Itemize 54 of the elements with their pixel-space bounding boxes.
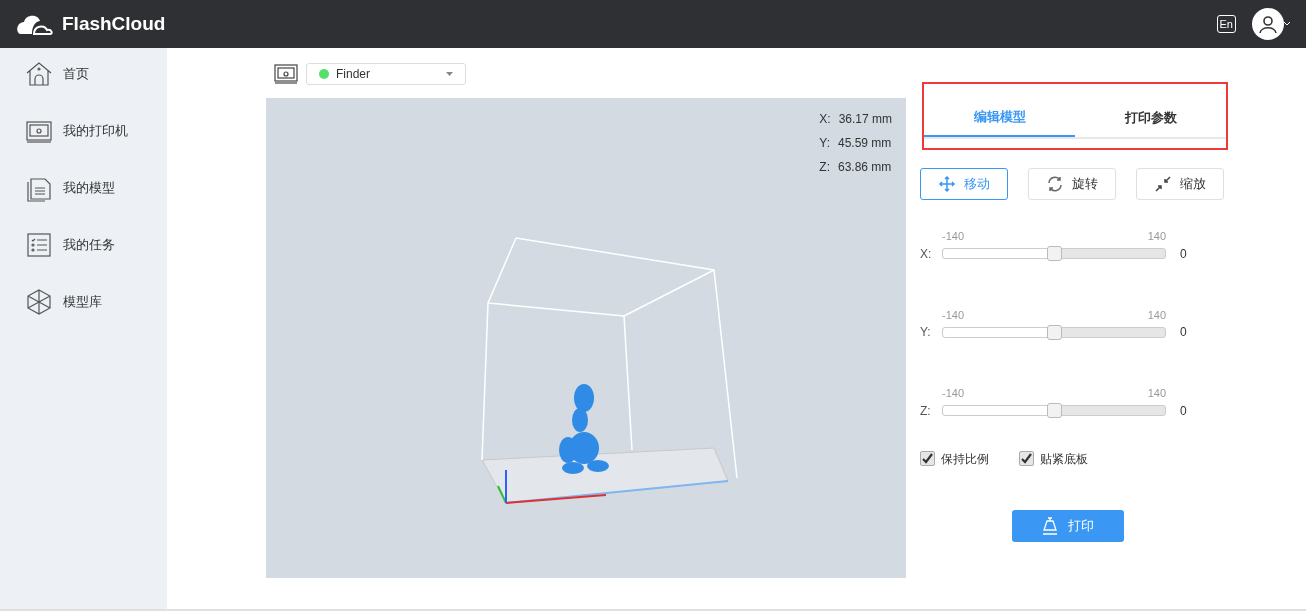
user-icon [1258,14,1278,34]
slider-track[interactable] [942,326,1166,338]
sidebar-item[interactable]: 我的任务 [0,231,167,259]
check-icon [1021,453,1032,464]
printer-icon [274,64,298,84]
checklist-icon [25,231,53,259]
sidebar-item[interactable]: 我的模型 [0,174,167,202]
check-icon [922,453,933,464]
slider-thumb[interactable] [1047,246,1062,261]
dimension-axis: Z: [819,159,830,176]
language-button[interactable]: En [1216,15,1236,33]
caret-icon [446,72,453,76]
slider-max: 140 [1147,229,1166,244]
slider-min: -140 [942,229,965,244]
slider-max: 140 [1147,307,1166,323]
polyhedron-icon [25,288,53,316]
printer-select[interactable]: Finder [306,63,466,85]
dimension-value: 36.17 mm [838,111,892,128]
slider-axis: X: [920,245,933,263]
shrink-icon [1154,175,1172,193]
checkbox[interactable] [920,451,935,466]
house-icon [25,60,53,88]
dimension-axis: X: [819,111,831,128]
slider-thumb[interactable] [1047,324,1062,340]
rotate-icon [1046,175,1064,193]
checkbox[interactable] [1019,451,1034,466]
tab[interactable]: 打印参数 [1075,99,1226,137]
slider-track[interactable] [942,405,1166,416]
app-name: FlashCloud [62,11,166,36]
sidebar-item[interactable]: 模型库 [0,288,167,316]
sidebar-item[interactable]: 我的打印机 [0,117,167,145]
checkbox-label: 保持比例 [941,450,989,468]
print-head-icon [1042,516,1058,535]
move-icon [938,175,956,193]
slider-min: -140 [942,386,965,401]
slider-axis: Y: [920,324,932,341]
slider-axis: Z: [920,402,932,420]
slider-track[interactable] [942,248,1166,259]
slider-value: 0 [1180,324,1187,341]
model-viewport[interactable]: X: 36.17 mm Y: 45.59 mm Z: 63.86 mm [266,98,906,578]
slider-value: 0 [1180,402,1187,420]
slider-max: 140 [1147,386,1166,401]
sidebar-item[interactable]: 首页 [0,60,167,88]
tool-button[interactable]: 旋转 [1028,168,1116,200]
tool-button[interactable]: 缩放 [1136,168,1224,200]
dimension-axis: Y: [819,135,830,152]
slider-value: 0 [1180,245,1187,263]
checkbox-label: 贴紧底板 [1040,450,1088,468]
slider-min: -140 [942,307,965,323]
slider-thumb[interactable] [1047,403,1062,418]
dimension-value: 45.59 mm [838,135,892,152]
caret-icon [1284,21,1290,27]
dimension-value: 63.86 mm [837,159,892,176]
user-avatar-button[interactable] [1252,8,1284,40]
